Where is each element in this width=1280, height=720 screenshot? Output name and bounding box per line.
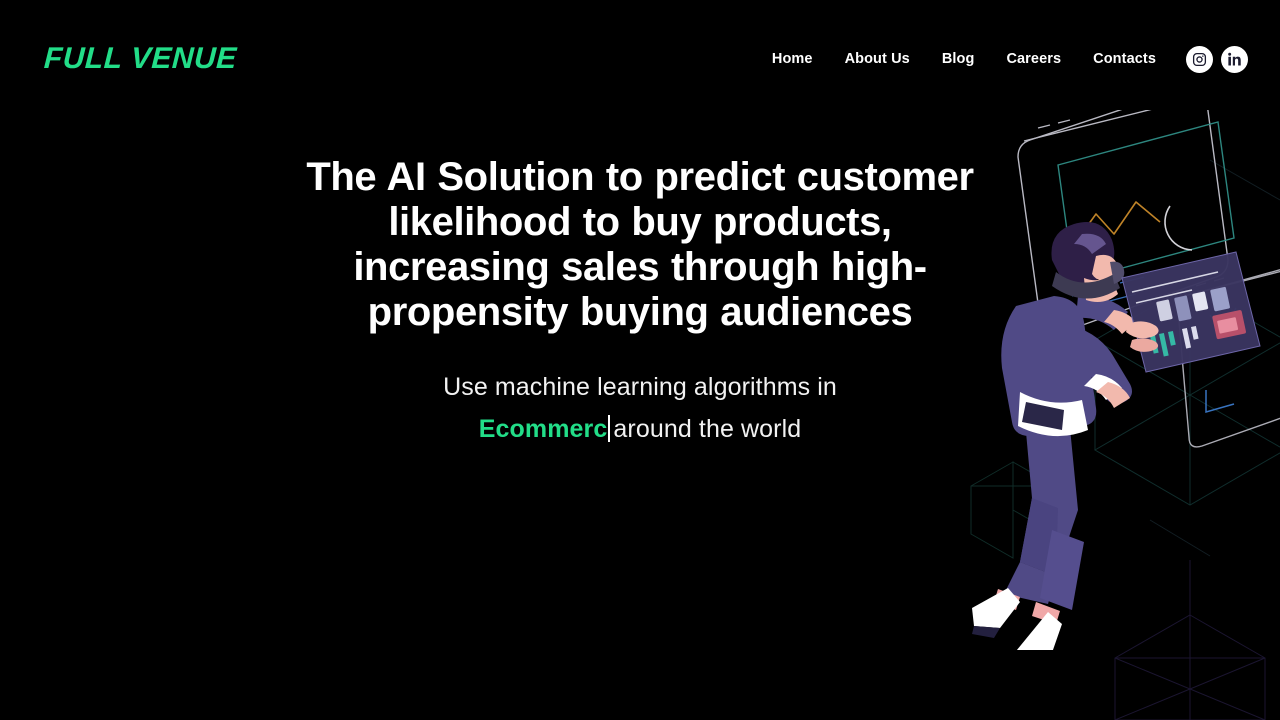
nav-item-about-us: About Us xyxy=(829,45,926,73)
primary-navigation: Home About Us Blog Careers Contacts xyxy=(756,45,1248,73)
instagram-link[interactable] xyxy=(1186,45,1213,73)
social-links xyxy=(1186,45,1248,73)
nav-link-about-us[interactable]: About Us xyxy=(829,45,926,73)
hero-typed-word: Ecommerc xyxy=(478,415,608,443)
nav-link-contacts[interactable]: Contacts xyxy=(1077,45,1172,73)
hero-content: The AI Solution to predict customer like… xyxy=(290,155,990,450)
nav-link-careers[interactable]: Careers xyxy=(990,45,1077,73)
typewriter-cursor xyxy=(608,415,611,442)
nav-link-home[interactable]: Home xyxy=(756,45,829,73)
linkedin-link[interactable] xyxy=(1221,45,1248,73)
vr-person-with-dashboard-illustration xyxy=(960,84,1280,682)
person-hand-upper xyxy=(1076,295,1136,334)
hero-subtitle: Use machine learning algorithms in Ecomm… xyxy=(290,366,990,450)
person-ankle-back xyxy=(994,589,1020,610)
hero-title: The AI Solution to predict customer like… xyxy=(306,155,974,334)
landing-page: FULL VENUE Home About Us Blog Careers Co… xyxy=(0,0,1280,720)
isometric-browser-window-top xyxy=(1017,84,1229,337)
person-shoe-front xyxy=(1012,612,1062,682)
linkedin-icon xyxy=(1227,52,1242,67)
nav-item-home: Home xyxy=(756,45,829,73)
nav-link-blog[interactable]: Blog xyxy=(926,45,991,73)
site-header: FULL VENUE Home About Us Blog Careers Co… xyxy=(0,0,1280,120)
nav-item-careers: Careers xyxy=(990,45,1077,73)
person-shoe-back xyxy=(972,588,1020,638)
nav-item-blog: Blog xyxy=(926,45,991,73)
hero-subtitle-prefix: Use machine learning algorithms in xyxy=(443,373,837,401)
person-legs xyxy=(1004,410,1084,610)
nav-link-list: Home About Us Blog Careers Contacts xyxy=(756,45,1172,73)
holographic-dashboard-panel xyxy=(1121,251,1261,373)
instagram-icon xyxy=(1192,52,1207,67)
person-arm xyxy=(1060,324,1132,408)
person-torso xyxy=(1001,296,1097,437)
nav-item-contacts: Contacts xyxy=(1077,45,1172,73)
brand-logo[interactable]: FULL VENUE xyxy=(43,42,238,75)
hero-subtitle-suffix: around the world xyxy=(613,415,802,443)
person-ankle-front xyxy=(1032,602,1060,624)
person-head xyxy=(1051,222,1118,302)
vr-headset xyxy=(1052,233,1125,299)
isometric-browser-window-bottom xyxy=(1177,269,1280,448)
